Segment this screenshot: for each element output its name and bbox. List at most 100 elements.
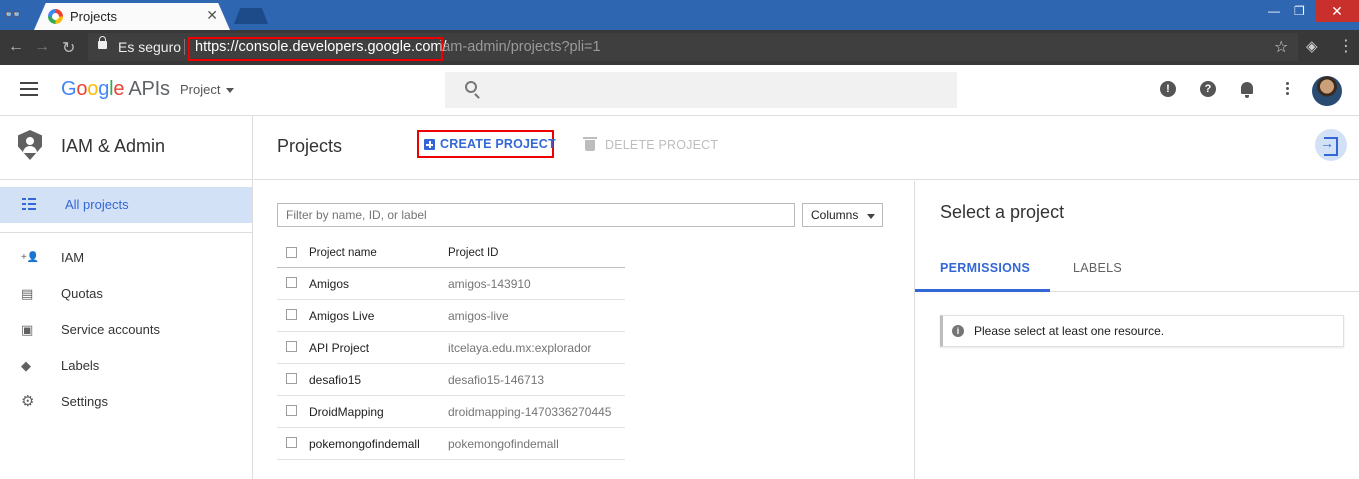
project-id-cell: amigos-live	[448, 309, 509, 323]
active-tab-indicator	[915, 289, 1050, 292]
row-checkbox[interactable]	[286, 437, 297, 448]
project-name-cell: desafio15	[309, 373, 362, 387]
secure-label: Es seguro	[118, 39, 182, 55]
project-name-cell: DroidMapping	[309, 405, 384, 419]
help-icon[interactable]: ?	[1200, 81, 1216, 97]
iam-shield-icon	[18, 130, 42, 160]
incognito-icon: 👓	[4, 6, 22, 22]
chrome-menu-icon[interactable]: ⋮	[1338, 36, 1354, 56]
extension-icon[interactable]: ◈	[1306, 37, 1318, 55]
reload-icon[interactable]: ↻	[62, 38, 75, 58]
column-header-id[interactable]: Project ID	[448, 247, 499, 259]
row-checkbox[interactable]	[286, 341, 297, 352]
sidebar-item-label: IAM	[61, 250, 85, 265]
sidebar-item-iam[interactable]: +👤 IAM	[0, 243, 252, 273]
sidebar: IAM & Admin All projects +👤 IAM ▤ Quotas…	[0, 116, 253, 479]
browser-tabstrip: 👓 Projects ✕ — ❐ ✕	[0, 0, 1359, 30]
table-header-row: Project name Project ID	[277, 239, 625, 268]
table-row[interactable]: Amigos amigos-143910	[277, 268, 625, 300]
window-close-button[interactable]: ✕	[1315, 0, 1359, 22]
row-checkbox[interactable]	[286, 309, 297, 320]
user-avatar[interactable]	[1312, 76, 1342, 106]
filter-field[interactable]	[277, 203, 795, 227]
row-checkbox[interactable]	[286, 373, 297, 384]
lock-icon	[98, 36, 107, 49]
google-favicon-icon	[48, 9, 63, 24]
feedback-icon[interactable]: !	[1160, 81, 1176, 97]
trash-icon	[583, 137, 597, 151]
info-message: Please select at least one resource.	[974, 324, 1165, 338]
url-path: iam-admin/projects?pli=1	[439, 39, 601, 55]
tab-title: Projects	[70, 9, 117, 24]
table-row[interactable]: API Project itcelaya.edu.mx:explorador	[277, 332, 625, 364]
sidebar-item-quotas[interactable]: ▤ Quotas	[0, 279, 252, 309]
sidebar-item-labels[interactable]: ◆ Labels	[0, 351, 252, 381]
sidebar-item-settings[interactable]: ⚙ Settings	[0, 387, 252, 417]
select-all-checkbox[interactable]	[286, 247, 297, 258]
caret-down-icon	[226, 88, 235, 94]
project-id-cell: desafio15-146713	[448, 373, 545, 387]
hamburger-menu-icon[interactable]	[20, 82, 38, 96]
address-bar[interactable]: Es seguro https://console.developers.goo…	[88, 33, 1298, 61]
caret-down-icon	[867, 214, 875, 219]
sidebar-item-label: Settings	[61, 394, 108, 409]
add-box-icon	[424, 139, 435, 150]
url-host: https://console.developers.google.com/	[195, 39, 447, 55]
back-icon[interactable]: ←	[8, 38, 24, 56]
more-options-icon[interactable]	[1286, 82, 1289, 97]
sidebar-divider	[0, 232, 252, 233]
new-tab-button[interactable]	[234, 8, 268, 24]
console-header: Google APIs Project ! ?	[0, 65, 1359, 116]
sidebar-item-all-projects[interactable]: All projects	[0, 187, 252, 223]
row-checkbox[interactable]	[286, 405, 297, 416]
browser-tab[interactable]: Projects ✕	[34, 3, 230, 30]
info-panel-title: Select a project	[940, 202, 1065, 222]
page-header: Projects CREATE PROJECT DELETE PROJECT	[254, 116, 1359, 180]
table-row[interactable]: desafio15 desafio15-146713	[277, 364, 625, 396]
column-header-name[interactable]: Project name	[309, 247, 377, 259]
create-project-label: CREATE PROJECT	[440, 137, 556, 151]
info-icon: i	[952, 325, 964, 337]
person-add-icon: +👤	[21, 252, 40, 263]
settings-icon: ⚙	[21, 393, 35, 410]
notifications-bell-icon[interactable]	[1241, 82, 1253, 98]
sidebar-item-service-accounts[interactable]: ▣ Service accounts	[0, 315, 252, 345]
delete-project-label: DELETE PROJECT	[605, 138, 719, 152]
search-bar[interactable]	[445, 72, 957, 108]
projects-table: Project name Project ID Amigos amigos-14…	[277, 239, 625, 460]
columns-label: Columns	[811, 208, 859, 222]
sidebar-item-label: Service accounts	[61, 322, 160, 337]
sidebar-title: IAM & Admin	[61, 136, 166, 156]
project-id-cell: pokemongofindemall	[448, 437, 559, 451]
project-id-cell: amigos-143910	[448, 277, 531, 291]
table-row[interactable]: pokemongofindemall pokemongofindemall	[277, 428, 625, 460]
restore-button[interactable]: ❐	[1294, 4, 1305, 18]
google-apis-logo[interactable]: Google APIs	[61, 78, 170, 101]
project-name-cell: Amigos	[309, 277, 350, 291]
minimize-button[interactable]: —	[1268, 4, 1280, 18]
bookmark-star-icon[interactable]: ☆	[1274, 37, 1288, 57]
tab-labels[interactable]: LABELS	[1073, 261, 1122, 275]
tab-close-icon[interactable]: ✕	[206, 7, 218, 24]
info-panel-tabs: PERMISSIONS LABELS	[915, 251, 1359, 292]
toggle-info-panel-icon[interactable]	[1315, 129, 1347, 161]
row-checkbox[interactable]	[286, 277, 297, 288]
tab-permissions[interactable]: PERMISSIONS	[940, 261, 1030, 275]
project-name-cell: Amigos Live	[309, 309, 375, 323]
filter-input[interactable]	[278, 204, 794, 226]
service-account-icon: ▣	[21, 322, 34, 337]
quotas-icon: ▤	[21, 286, 34, 301]
sidebar-item-label: Quotas	[61, 286, 103, 301]
project-id-cell: droidmapping-1470336270445	[448, 405, 612, 419]
sidebar-item-label: Labels	[61, 358, 100, 373]
page-title: Projects	[277, 136, 343, 156]
info-message-box: i Please select at least one resource.	[940, 315, 1344, 347]
project-name-cell: API Project	[309, 341, 370, 355]
create-project-button[interactable]: CREATE PROJECT	[417, 130, 556, 158]
project-selector[interactable]: Project	[180, 82, 235, 97]
project-id-cell: itcelaya.edu.mx:explorador	[448, 341, 592, 355]
table-row[interactable]: Amigos Live amigos-live	[277, 300, 625, 332]
forward-icon[interactable]: →	[34, 38, 50, 56]
columns-dropdown[interactable]: Columns	[802, 203, 883, 227]
table-row[interactable]: DroidMapping droidmapping-1470336270445	[277, 396, 625, 428]
